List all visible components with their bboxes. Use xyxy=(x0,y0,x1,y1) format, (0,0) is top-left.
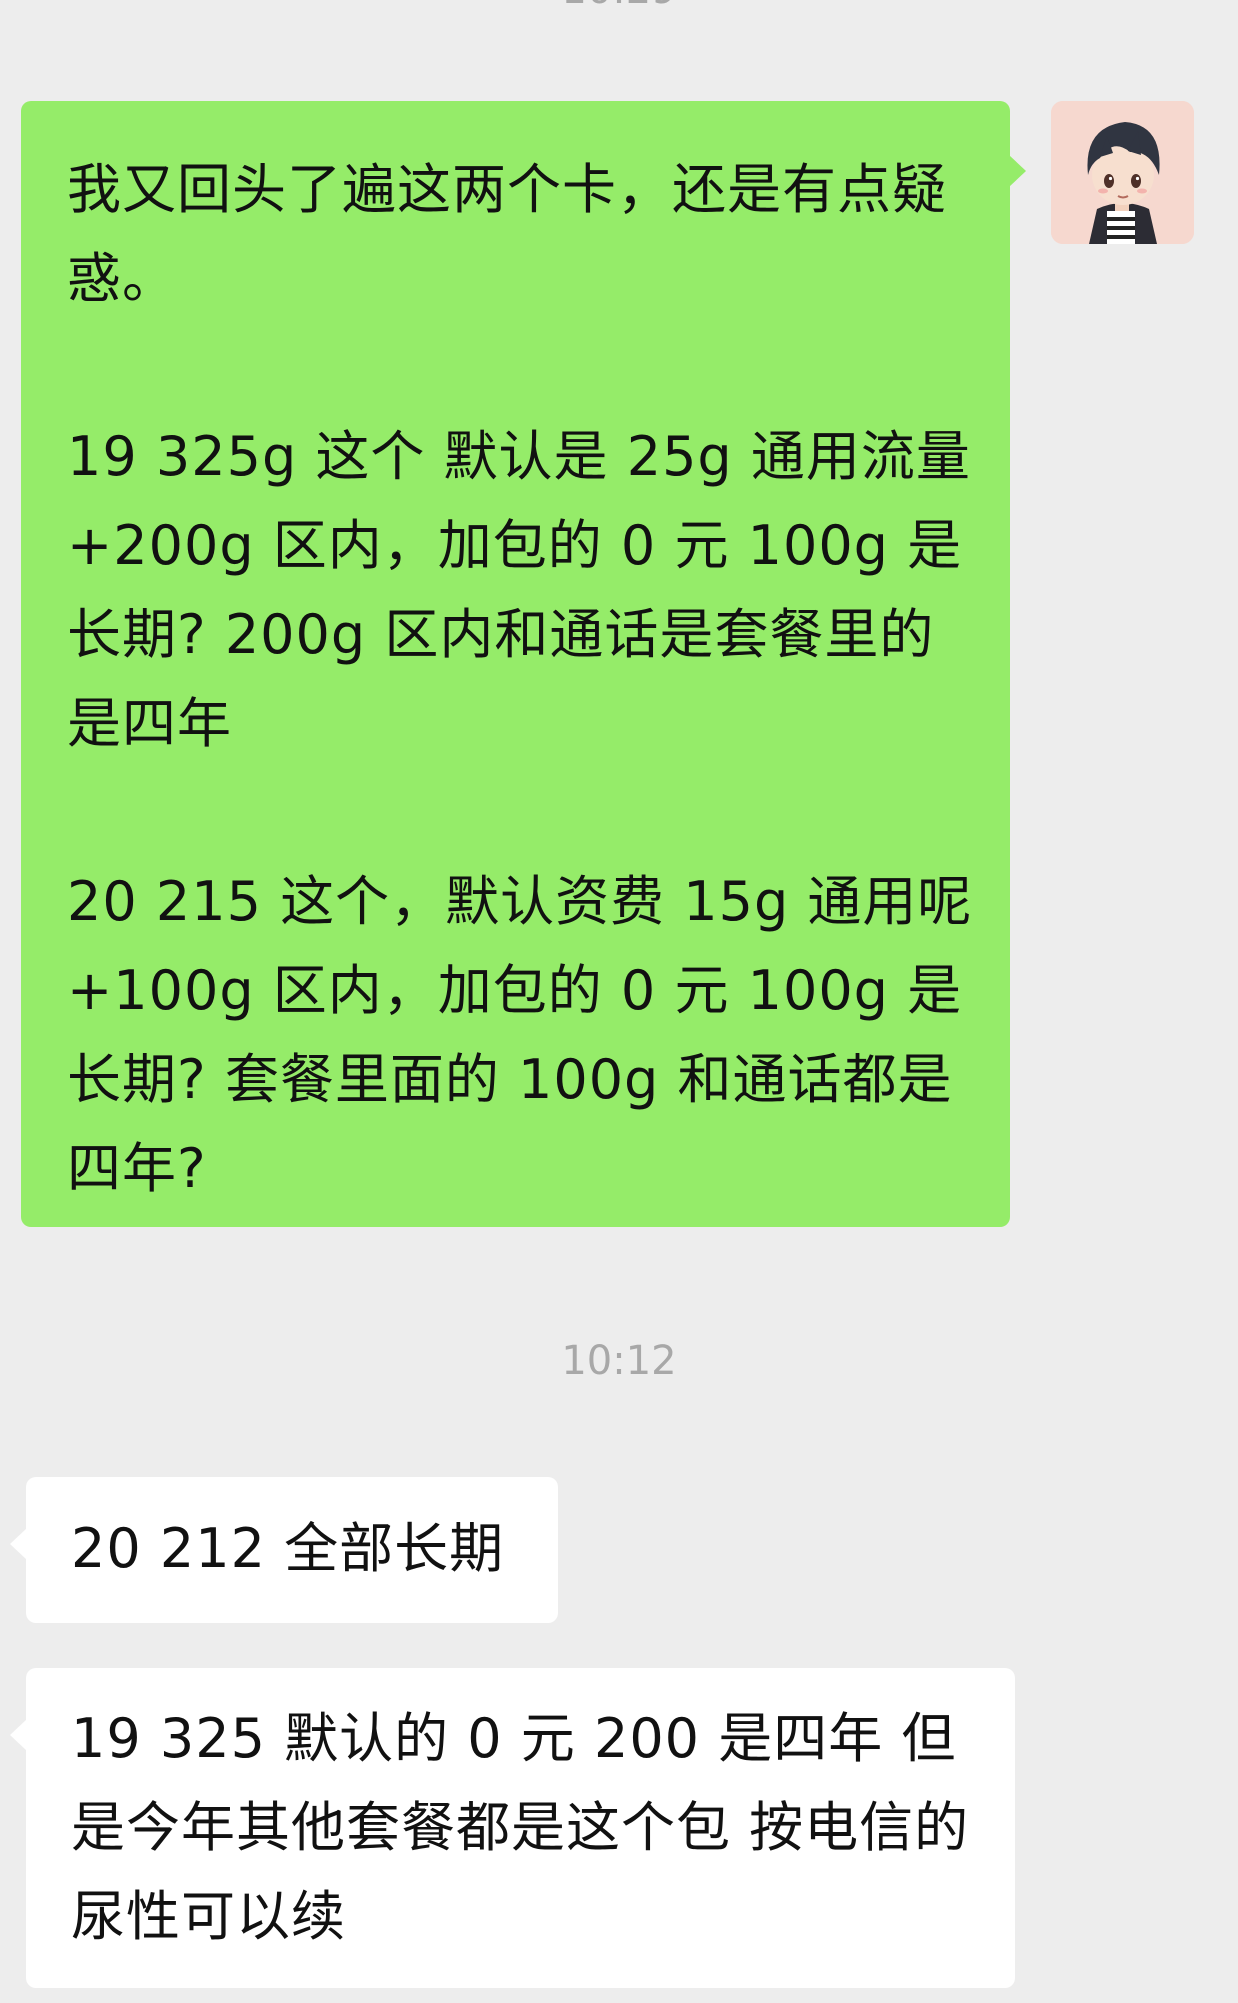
message-timestamp-top: 10:29 xyxy=(0,0,1238,14)
outgoing-message-bubble[interactable]: 我又回头了遍这两个卡，还是有点疑惑。 19 325g 这个 默认是 25g 通用… xyxy=(21,101,1026,1227)
incoming-message-text: 20 212 全部长期 xyxy=(71,1517,505,1580)
outgoing-message-text: 我又回头了遍这两个卡，还是有点疑惑。 19 325g 这个 默认是 25g 通用… xyxy=(67,158,973,1200)
incoming-message-bubble[interactable]: 19 325 默认的 0 元 200 是四年 但是今年其他套餐都是这个包 按电信… xyxy=(10,1668,1015,1988)
cartoon-boy-avatar-icon xyxy=(1051,101,1194,244)
message-timestamp: 10:12 xyxy=(561,1338,677,1384)
incoming-message-text: 19 325 默认的 0 元 200 是四年 但是今年其他套餐都是这个包 按电信… xyxy=(71,1707,970,1948)
incoming-message-bubble[interactable]: 20 212 全部长期 xyxy=(10,1477,558,1623)
user-avatar[interactable] xyxy=(1051,101,1194,244)
